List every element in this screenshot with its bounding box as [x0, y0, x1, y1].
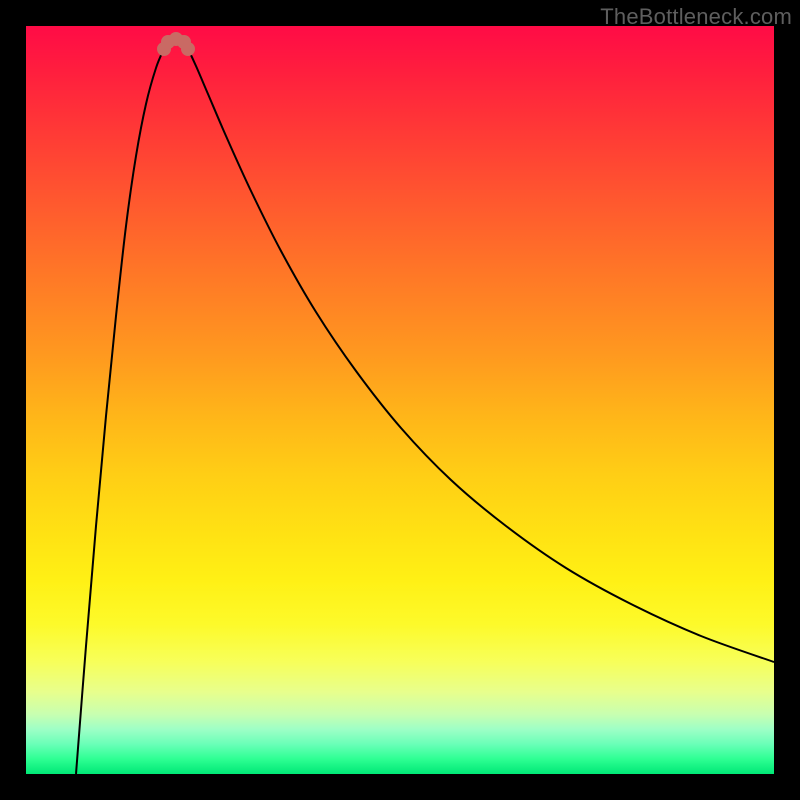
plot-area: [26, 26, 774, 774]
outer-black-frame: TheBottleneck.com: [0, 0, 800, 800]
curves-svg: [26, 26, 774, 774]
valley-marker-dot: [181, 42, 195, 56]
right-curve: [184, 42, 774, 662]
left-curve: [76, 42, 168, 774]
valley-u-markers: [157, 32, 195, 56]
watermark-text: TheBottleneck.com: [600, 4, 792, 30]
